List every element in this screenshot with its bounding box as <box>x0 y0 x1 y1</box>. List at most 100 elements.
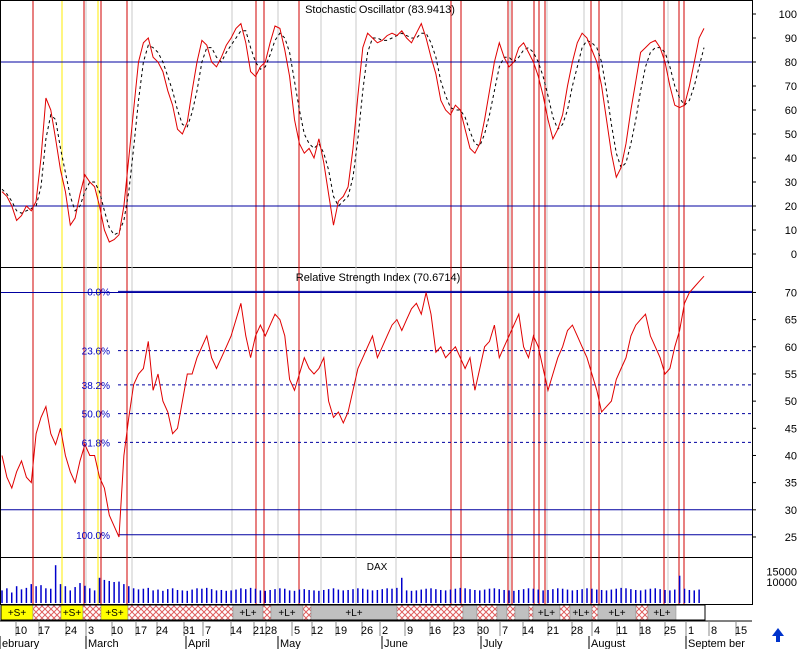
x-day-label: 14 <box>230 625 242 637</box>
x-month-label: June <box>384 638 408 649</box>
x-day-label: 25 <box>664 625 676 637</box>
signal-segment <box>462 604 478 621</box>
x-month-label: August <box>591 638 625 649</box>
fibonacci-label: 50.0% <box>82 410 110 421</box>
stochastic-y-tick-label: 0 <box>791 249 797 261</box>
x-day-label: 7 <box>502 625 508 637</box>
x-day-label: 15 <box>735 625 747 637</box>
signal-segment <box>506 604 516 621</box>
volume-y-tick-label: 15000 <box>766 567 797 579</box>
stochastic-y-tick-label: 20 <box>785 201 797 213</box>
volume-title: DAX <box>367 562 388 573</box>
x-day-label: 31 <box>183 625 195 637</box>
signal-label: +S+ <box>8 608 27 619</box>
signal-segment <box>635 604 649 621</box>
signal-label: +S+ <box>105 608 124 619</box>
stochastic-y-tick-label: 70 <box>785 81 797 93</box>
y-axis-labels: 0 10 20 30 40 50 60 70 80 90 100 25 30 35 40 45 50 55 60 65… <box>752 9 797 589</box>
rsi-y-tick-label: 50 <box>785 396 797 408</box>
stochastic-y-tick-label: 100 <box>779 9 797 21</box>
signal-segment <box>528 604 534 621</box>
stochastic-y-tick-label: 40 <box>785 153 797 165</box>
stochastic-y-tick-label: 80 <box>785 57 797 69</box>
fibonacci-label: 23.6% <box>82 347 110 358</box>
x-day-label: 17 <box>38 625 50 637</box>
x-day-label: 3 <box>88 625 94 637</box>
x-month-label: May <box>280 638 301 649</box>
x-day-label: 23 <box>453 625 465 637</box>
signal-label: +L+ <box>538 608 555 619</box>
signal-segment <box>302 604 312 621</box>
stochastic-y-tick-label: 90 <box>785 33 797 45</box>
signal-label: +S+ <box>63 608 82 619</box>
signal-segment <box>514 604 530 621</box>
x-month-label: Septem ber <box>688 638 745 649</box>
volume-y-tick-label: 10000 <box>766 577 797 589</box>
rsi-y-tick-label: 55 <box>785 369 797 381</box>
x-month-label: March <box>88 638 119 649</box>
signal-label: +L+ <box>345 608 362 619</box>
x-day-label: 18 <box>639 625 651 637</box>
fibonacci-label: 100.0% <box>76 531 110 542</box>
x-day-label: 24 <box>156 625 168 637</box>
rsi-y-tick-label: 40 <box>785 450 797 462</box>
x-day-label: 19 <box>335 625 347 637</box>
rsi-y-tick-label: 35 <box>785 478 797 490</box>
stochastic-y-tick-label: 30 <box>785 177 797 189</box>
x-month-label: July <box>483 638 503 649</box>
x-day-label: 12 <box>311 625 323 637</box>
x-day-label: 2 <box>382 625 388 637</box>
x-day-label: 9 <box>407 625 413 637</box>
rsi-y-tick-label: 70 <box>785 287 797 299</box>
signal-label: +L+ <box>278 608 295 619</box>
x-day-label: 4 <box>594 625 600 637</box>
fibonacci-label: 38.2% <box>82 381 110 392</box>
up-arrow-icon[interactable] <box>772 628 784 642</box>
rsi-y-tick-label: 60 <box>785 342 797 354</box>
signal-segment <box>32 604 62 621</box>
signal-segment <box>559 604 571 621</box>
x-day-label: 1 <box>688 625 694 637</box>
x-day-label: 24 <box>65 625 77 637</box>
rsi-y-tick-label: 45 <box>785 423 797 435</box>
x-day-label: 17 <box>135 625 147 637</box>
stochastic-y-tick-label: 10 <box>785 225 797 237</box>
signal-label: +L+ <box>653 608 670 619</box>
x-day-label: 28 <box>265 625 277 637</box>
fibonacci-label: 61.8% <box>82 438 110 449</box>
signal-segment <box>496 604 508 621</box>
signal-label: +L+ <box>572 608 589 619</box>
rsi-y-tick-label: 30 <box>785 505 797 517</box>
signal-segment <box>396 604 464 621</box>
stochastic-y-tick-label: 60 <box>785 105 797 117</box>
rsi-y-tick-label: 65 <box>785 315 797 327</box>
x-day-label: 7 <box>205 625 211 637</box>
stochastic-title: Stochastic Oscillator (83.9413) <box>305 4 455 16</box>
rsi-title: Relative Strength Index (70.6714) <box>296 272 461 284</box>
x-day-label: 11 <box>616 625 627 637</box>
fibonacci-label: 0.0% <box>87 287 110 298</box>
technical-chart: 0102030405060708090100253035404550556065… <box>0 0 797 649</box>
signal-segment <box>476 604 498 621</box>
x-day-label: 21 <box>253 625 265 637</box>
x-day-label: 21 <box>547 625 559 637</box>
x-day-label: 30 <box>477 625 489 637</box>
signal-label: +L+ <box>239 608 256 619</box>
signal-label: +L+ <box>608 608 625 619</box>
rsi-panel <box>0 267 753 558</box>
x-day-label: 8 <box>711 625 717 637</box>
x-day-label: 5 <box>294 625 300 637</box>
x-axis: 10 17 24 3 10 17 24 31 7 14 21 28 5 12 19 26 2 9 16 23 30 7 14… <box>0 620 752 649</box>
rsi-y-tick-label: 25 <box>785 532 797 544</box>
x-month-label: ebruary <box>2 638 40 649</box>
signal-segment <box>591 604 599 621</box>
signal-segment <box>127 604 234 621</box>
x-day-label: 10 <box>15 625 27 637</box>
x-day-label: 14 <box>522 625 534 637</box>
stochastic-y-tick-label: 50 <box>785 129 797 141</box>
stochastic-panel <box>0 0 753 268</box>
x-day-label: 28 <box>571 625 583 637</box>
signal-bar: +S+ +S+ +S+ +L+ +L+ +L+ +L+ +L+ +L+ +L+ <box>0 604 706 621</box>
x-month-label: April <box>188 638 210 649</box>
signal-segment <box>82 604 102 621</box>
